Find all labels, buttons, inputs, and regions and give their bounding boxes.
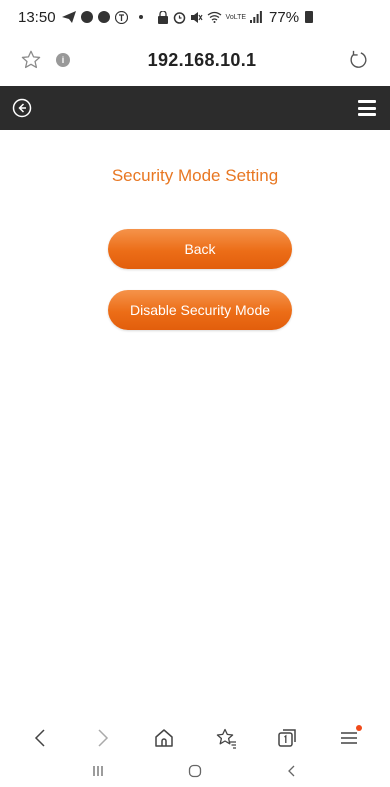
messenger-icon [97,11,110,23]
status-notification-icons [61,10,149,24]
reload-icon[interactable] [348,49,370,71]
tabs-icon[interactable] [274,725,300,751]
browser-menu-icon[interactable] [336,725,363,751]
page-header [0,86,390,130]
disable-security-mode-button[interactable]: Disable Security Mode [108,290,292,330]
browser-address-bar: i 192.168.10.1 [0,34,390,86]
nav-back-icon[interactable] [284,763,300,784]
android-nav-bar [0,760,390,787]
status-bar: 13:50 VoLTE 77% [0,0,390,34]
telegram-icon [61,11,76,23]
notification-dot [356,725,363,731]
status-system-icons: VoLTE 77% [157,9,314,26]
home-button-icon[interactable] [187,763,203,784]
menu-bar [358,106,376,110]
t-app-icon [114,10,128,24]
menu-bar [358,100,376,103]
site-info-icon[interactable]: i [56,53,70,67]
volte-icon: VoLTE [225,13,247,21]
menu-bar [358,113,376,116]
browser-back-icon[interactable] [28,725,54,751]
signal-icon [250,11,262,23]
battery-icon [305,11,314,23]
browser-forward-icon[interactable] [89,725,115,751]
battery-percent: 77% [269,8,300,26]
back-circle-icon[interactable] [12,98,32,118]
hamburger-menu-icon[interactable] [358,100,376,116]
bookmark-star-icon[interactable] [20,49,42,71]
page-title: Security Mode Setting [111,166,279,185]
bookmarks-icon[interactable] [213,725,239,751]
recent-apps-icon[interactable] [90,763,106,784]
chat-icon [80,11,93,23]
browser-bottom-toolbar [0,716,390,760]
mute-icon [190,11,203,23]
home-icon[interactable] [151,725,177,751]
wifi-icon [207,11,221,23]
lock-icon [157,10,168,24]
back-button[interactable]: Back [108,229,292,269]
alarm-icon [173,11,185,24]
url-field[interactable]: 192.168.10.1 [70,50,334,71]
dot-separator [138,15,143,19]
status-time: 13:50 [18,8,56,26]
